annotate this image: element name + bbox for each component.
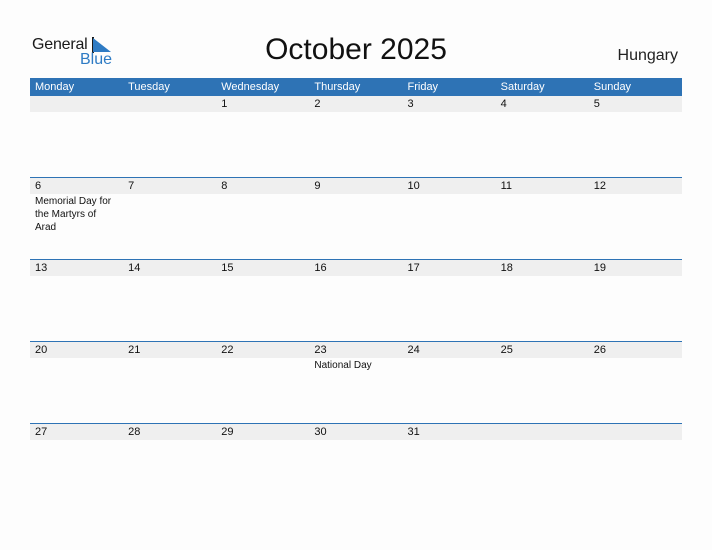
- event-row: National Day: [30, 358, 682, 372]
- holiday-label: [123, 276, 216, 277]
- date-number-row: 27 28 29 30 31: [30, 424, 682, 440]
- day-number: 5: [593, 98, 600, 110]
- event-row: [30, 112, 682, 113]
- day-number: 12: [593, 180, 606, 192]
- day-number: 17: [407, 262, 420, 274]
- day-number: 15: [221, 262, 234, 274]
- date-number-row: 13 14 15 16 17 18 19: [30, 260, 682, 276]
- week-row: 27 28 29 30 31: [30, 423, 682, 505]
- holiday-label: National Day: [314, 360, 372, 371]
- holiday-label: [403, 194, 496, 234]
- day-number: 25: [500, 344, 513, 356]
- holiday-label: [123, 440, 216, 441]
- holiday-label: [216, 194, 309, 234]
- holiday-label: [216, 112, 309, 113]
- date-number-row: 20 21 22 23 24 25 26: [30, 342, 682, 358]
- holiday-label: [309, 276, 402, 277]
- week-row: 6 7 8 9 10 11 12 Memorial Day for the Martyrs o…: [30, 177, 682, 259]
- day-number: 30: [314, 426, 327, 438]
- day-number: 23: [314, 344, 327, 356]
- week-row: 20 21 22 23 24 25 26 National Day: [30, 341, 682, 423]
- day-number: 20: [35, 344, 48, 356]
- day-number: 29: [221, 426, 234, 438]
- day-number: 22: [221, 344, 234, 356]
- holiday-label: [216, 358, 309, 372]
- holiday-label: [496, 358, 589, 372]
- weekday-thursday: Thursday: [314, 81, 361, 93]
- day-number: 18: [500, 262, 513, 274]
- holiday-label: [123, 194, 216, 234]
- weekday-header: Monday Tuesday Wednesday Thursday Friday…: [30, 78, 682, 96]
- holiday-label: [30, 440, 123, 441]
- holiday-label: [216, 440, 309, 441]
- date-number-row: 6 7 8 9 10 11 12: [30, 178, 682, 194]
- holiday-label: [309, 440, 402, 441]
- holiday-label: [403, 440, 496, 441]
- holiday-label: [30, 276, 123, 277]
- day-number: 14: [128, 262, 141, 274]
- day-number: 2: [314, 98, 321, 110]
- weekday-saturday: Saturday: [500, 81, 545, 93]
- holiday-label: [403, 358, 496, 372]
- holiday-label: [589, 276, 682, 277]
- holiday-label: [309, 112, 402, 113]
- day-number: 1: [221, 98, 228, 110]
- holiday-label: [123, 112, 216, 113]
- day-number: 16: [314, 262, 327, 274]
- calendar-title: October 2025: [265, 33, 447, 66]
- day-number: [123, 96, 216, 112]
- day-number: 27: [35, 426, 48, 438]
- day-number: [589, 424, 682, 440]
- holiday-label: [589, 358, 682, 372]
- day-number: 28: [128, 426, 141, 438]
- holiday-label: [30, 112, 123, 113]
- holiday-label: [496, 276, 589, 277]
- week-row: 13 14 15 16 17 18 19: [30, 259, 682, 341]
- day-number: [30, 96, 123, 112]
- holiday-label: [216, 276, 309, 277]
- holiday-label: [123, 358, 216, 372]
- event-row: [30, 276, 682, 277]
- event-row: Memorial Day for the Martyrs of Arad: [30, 194, 682, 234]
- day-number: 21: [128, 344, 141, 356]
- day-number: 10: [407, 180, 420, 192]
- holiday-label: [589, 194, 682, 234]
- day-number: 26: [593, 344, 606, 356]
- holiday-label: [496, 440, 589, 441]
- weekday-friday: Friday: [407, 81, 439, 93]
- weekday-tuesday: Tuesday: [128, 81, 170, 93]
- day-number: 13: [35, 262, 48, 274]
- day-number: 8: [221, 180, 228, 192]
- day-number: 31: [407, 426, 420, 438]
- weekday-sunday: Sunday: [593, 81, 632, 93]
- day-number: 9: [314, 180, 321, 192]
- weekday-wednesday: Wednesday: [221, 81, 280, 93]
- holiday-label: [496, 112, 589, 113]
- country-label: Hungary: [617, 47, 678, 64]
- day-number: 3: [407, 98, 414, 110]
- weekday-monday: Monday: [35, 81, 75, 93]
- holiday-label: [496, 194, 589, 234]
- holiday-label: [309, 194, 402, 234]
- holiday-label: [30, 358, 123, 372]
- week-row: 1 2 3 4 5: [30, 96, 682, 177]
- day-number: 6: [35, 180, 42, 192]
- day-number: 19: [593, 262, 606, 274]
- holiday-label: Memorial Day for the Martyrs of Arad: [35, 196, 112, 233]
- date-number-row: 1 2 3 4 5: [30, 96, 682, 112]
- day-number: 24: [407, 344, 420, 356]
- holiday-label: [589, 440, 682, 441]
- day-number: 7: [128, 180, 135, 192]
- day-number: [496, 424, 589, 440]
- calendar-grid: Monday Tuesday Wednesday Thursday Friday…: [30, 78, 682, 505]
- holiday-label: [403, 276, 496, 277]
- day-number: 4: [500, 98, 507, 110]
- holiday-label: [589, 112, 682, 113]
- holiday-label: [403, 112, 496, 113]
- day-number: 11: [500, 180, 513, 192]
- event-row: [30, 440, 682, 441]
